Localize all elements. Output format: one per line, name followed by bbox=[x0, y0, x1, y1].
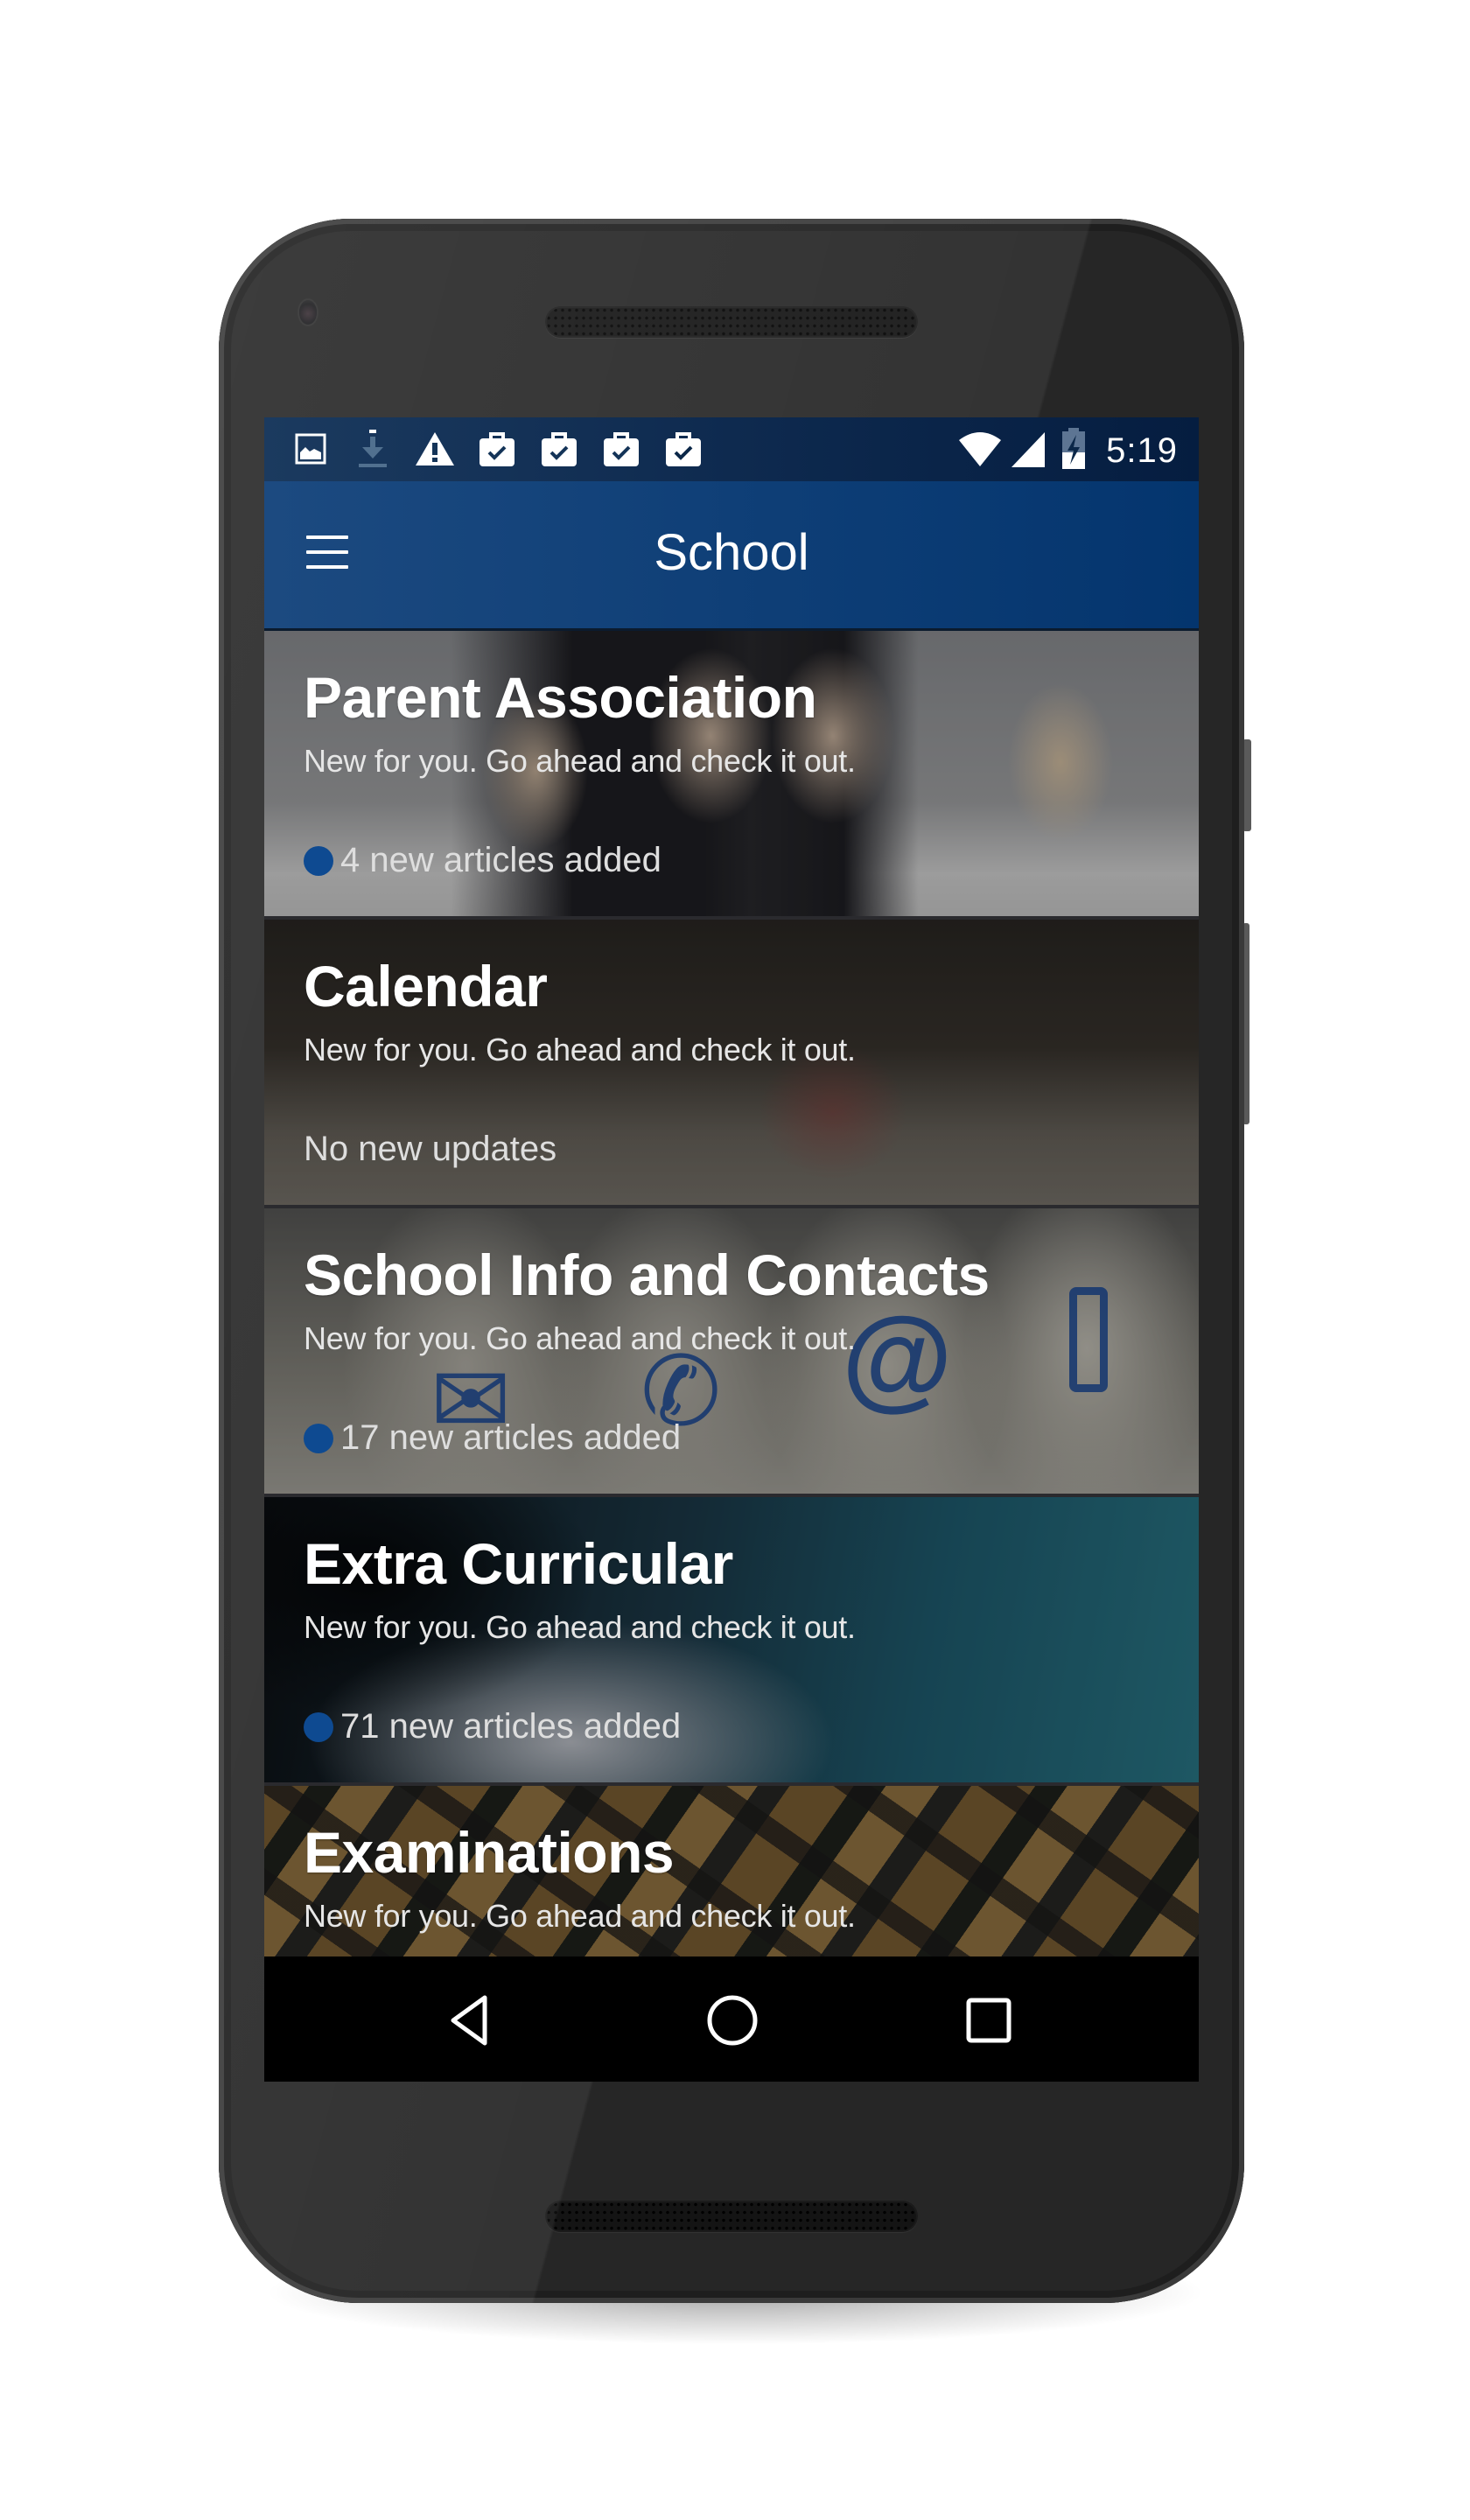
bottom-speaker bbox=[545, 2201, 918, 2232]
earpiece-speaker bbox=[545, 306, 918, 338]
list-item-status: 71 new articles added bbox=[304, 1707, 681, 1746]
list-item-subtitle: New for you. Go ahead and check it out. bbox=[304, 1032, 856, 1068]
list-item-school-info-contacts[interactable]: ✉ ✆ @ School Info and Contacts New for y… bbox=[264, 1208, 1199, 1497]
status-bar: 5:19 bbox=[264, 417, 1199, 481]
cell-signal-icon bbox=[1010, 430, 1046, 472]
battery-charging-icon bbox=[1060, 428, 1087, 474]
list-item-title: Calendar bbox=[304, 954, 548, 1018]
list-item-title: Parent Association bbox=[304, 665, 817, 730]
wifi-icon bbox=[957, 430, 1003, 472]
app-toolbar: School bbox=[264, 481, 1199, 631]
work-check-icon bbox=[663, 430, 704, 468]
list-item-status: 17 new articles added bbox=[304, 1418, 681, 1458]
status-time: 5:19 bbox=[1106, 431, 1178, 470]
list-item-title: Examinations bbox=[304, 1820, 675, 1885]
list-item-subtitle: New for you. Go ahead and check it out. bbox=[304, 1320, 856, 1356]
new-indicator-dot bbox=[304, 1712, 333, 1742]
list-item-status: No new updates bbox=[304, 1130, 556, 1169]
list-item-parent-association[interactable]: Parent Association New for you. Go ahead… bbox=[264, 631, 1199, 920]
work-check-icon bbox=[601, 430, 641, 468]
notification-icons bbox=[290, 430, 725, 468]
list-item-subtitle: New for you. Go ahead and check it out. bbox=[304, 1609, 856, 1645]
new-indicator-dot bbox=[304, 845, 333, 876]
work-check-icon bbox=[539, 430, 579, 468]
front-camera bbox=[299, 300, 317, 325]
status-text: 4 new articles added bbox=[340, 841, 662, 879]
list-item-title: Extra Curricular bbox=[304, 1531, 733, 1596]
warning-icon bbox=[415, 430, 455, 468]
status-text: 71 new articles added bbox=[340, 1707, 682, 1746]
screen: 5:19 School Parent Association New for y… bbox=[264, 417, 1199, 2082]
page-title: School bbox=[654, 524, 809, 581]
list-item-subtitle: New for you. Go ahead and check it out. bbox=[304, 743, 856, 779]
image-icon bbox=[290, 430, 331, 468]
system-icons: 5:19 bbox=[957, 428, 1178, 474]
download-icon bbox=[353, 430, 393, 468]
home-icon[interactable] bbox=[702, 1992, 763, 2049]
list-item-title: School Info and Contacts bbox=[304, 1242, 990, 1307]
list-item-subtitle: New for you. Go ahead and check it out. bbox=[304, 1898, 856, 1934]
list-item-status: 4 new articles added bbox=[304, 841, 662, 880]
new-indicator-dot bbox=[304, 1423, 333, 1453]
status-text: No new updates bbox=[304, 1130, 557, 1168]
list-item-calendar[interactable]: Calendar New for you. Go ahead and check… bbox=[264, 920, 1199, 1208]
section-list: Parent Association New for you. Go ahead… bbox=[264, 631, 1199, 2075]
list-item-extra-curricular[interactable]: Extra Curricular New for you. Go ahead a… bbox=[264, 1497, 1199, 1786]
back-icon[interactable] bbox=[439, 1992, 500, 2049]
recents-icon[interactable] bbox=[958, 1992, 1019, 2049]
status-text: 17 new articles added bbox=[340, 1418, 682, 1457]
work-check-icon bbox=[477, 430, 517, 468]
system-nav-bar bbox=[264, 1956, 1199, 2082]
